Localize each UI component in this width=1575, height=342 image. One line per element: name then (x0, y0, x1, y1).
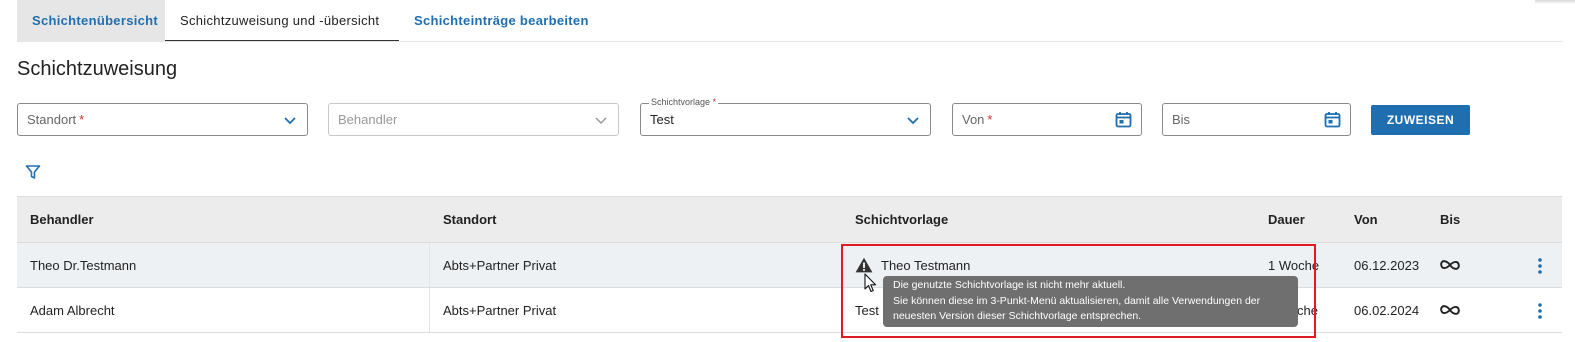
cell-bis (1439, 243, 1461, 287)
page-title: Schichtzuweisung (17, 58, 178, 80)
header-standort[interactable]: Standort (443, 197, 496, 242)
chevron-down-icon (595, 117, 607, 125)
table-header: Behandler Standort Schichtvorlage Dauer … (17, 196, 1562, 243)
standort-select[interactable]: Standort * (17, 103, 308, 136)
cell-bis (1439, 288, 1461, 332)
cell-schichtvorlage: Test (855, 302, 879, 318)
tab-schichtenuebersicht[interactable]: Schichtenübersicht (17, 0, 165, 41)
infinity-icon (1440, 260, 1460, 270)
tab-schichteintraege-bearbeiten[interactable]: Schichteinträge bearbeiten (399, 0, 604, 41)
bis-date-field[interactable]: Bis (1162, 103, 1351, 136)
more-vert-icon[interactable] (1537, 257, 1543, 275)
warning-icon[interactable] (855, 257, 873, 273)
header-schichtvorlage[interactable]: Schichtvorlage (855, 197, 948, 242)
behandler-placeholder: Behandler (338, 112, 398, 127)
required-mark: * (987, 112, 993, 127)
header-behandler[interactable]: Behandler (30, 197, 94, 242)
mouse-pointer-icon (864, 273, 877, 293)
table-row[interactable]: Adam Albrecht Abts+Partner Privat Test c… (17, 288, 1562, 333)
schichtvorlage-name: Theo Testmann (881, 257, 971, 273)
tab-bar: Schichtenübersicht Schichtzuweisung und … (17, 0, 1562, 42)
infinity-icon (1440, 305, 1460, 315)
tab-schichtzuweisung[interactable]: Schichtzuweisung und -übersicht (165, 0, 399, 41)
table-row[interactable]: Theo Dr.Testmann Abts+Partner Privat The… (17, 243, 1562, 288)
cell-dauer: che (1297, 302, 1318, 318)
schichtvorlage-label: Schichtvorlage * (649, 97, 719, 107)
header-dauer[interactable]: Dauer (1268, 197, 1305, 242)
warning-tooltip: Die genutzte Schichtvorlage ist nicht me… (883, 276, 1298, 327)
von-placeholder: Von (962, 112, 985, 127)
schichtvorlage-select[interactable]: Schichtvorlage * Test (640, 97, 931, 136)
zuweisen-button[interactable]: ZUWEISEN (1371, 105, 1470, 135)
more-vert-icon[interactable] (1537, 302, 1543, 320)
filter-icon[interactable] (25, 164, 41, 180)
header-bis[interactable]: Bis (1440, 197, 1460, 242)
chevron-down-icon (284, 117, 296, 125)
column-divider (429, 243, 430, 287)
cell-von: 06.12.2023 (1354, 257, 1420, 273)
bis-placeholder: Bis (1172, 112, 1191, 127)
tooltip-line: neuesten Version dieser Schichtvorlage e… (893, 310, 1142, 322)
cell-standort: Abts+Partner Privat (443, 302, 557, 318)
cell-behandler: Adam Albrecht (30, 302, 115, 318)
cell-von: 06.02.2024 (1354, 302, 1420, 318)
chevron-down-icon (907, 117, 919, 125)
standort-placeholder: Standort (27, 112, 77, 127)
schichtvorlage-value: Test (650, 112, 674, 127)
calendar-icon[interactable] (1115, 111, 1132, 128)
required-mark: * (79, 112, 85, 127)
column-divider (429, 288, 430, 332)
header-von[interactable]: Von (1354, 197, 1378, 242)
top-edge-shadow (1535, 0, 1575, 4)
cell-standort: Abts+Partner Privat (443, 257, 557, 273)
calendar-icon[interactable] (1324, 111, 1341, 128)
tooltip-line: Die genutzte Schichtvorlage ist nicht me… (893, 279, 1126, 291)
tooltip-line: Sie können diese im 3-Punkt-Menü aktuali… (893, 294, 1261, 307)
cell-behandler: Theo Dr.Testmann (30, 257, 137, 273)
assignment-table: Behandler Standort Schichtvorlage Dauer … (17, 196, 1562, 333)
behandler-select[interactable]: Behandler (328, 103, 619, 136)
von-date-field[interactable]: Von * (952, 103, 1142, 136)
